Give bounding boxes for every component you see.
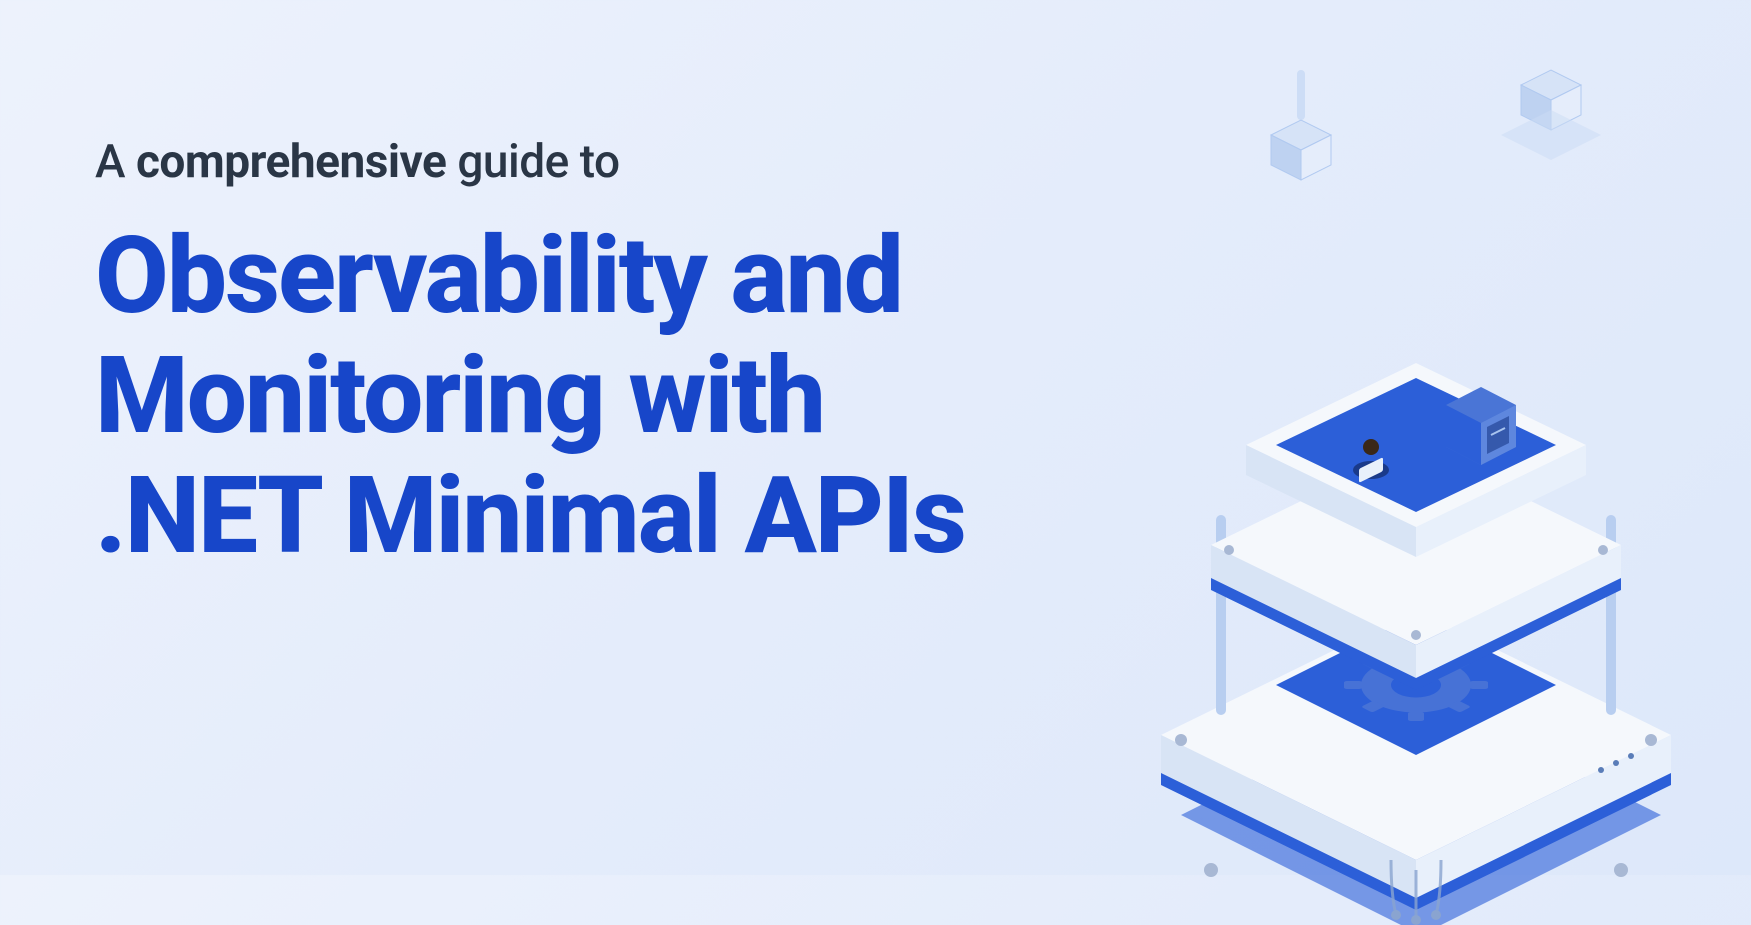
server-stack-illustration [1081, 175, 1731, 925]
subtitle-bold: comprehensive [136, 135, 446, 189]
subtitle-prefix: A [95, 135, 136, 189]
title-line-2: Monitoring with [95, 334, 824, 459]
main-title: Observability and Monitoring with .NET M… [95, 217, 965, 576]
title-line-1: Observability and [95, 214, 902, 339]
title-line-3: .NET Minimal APIs [95, 454, 965, 579]
hero-content: A comprehensive guide to Observability a… [95, 135, 965, 576]
subtitle-suffix: guide to [446, 135, 619, 189]
subtitle: A comprehensive guide to [95, 135, 965, 189]
